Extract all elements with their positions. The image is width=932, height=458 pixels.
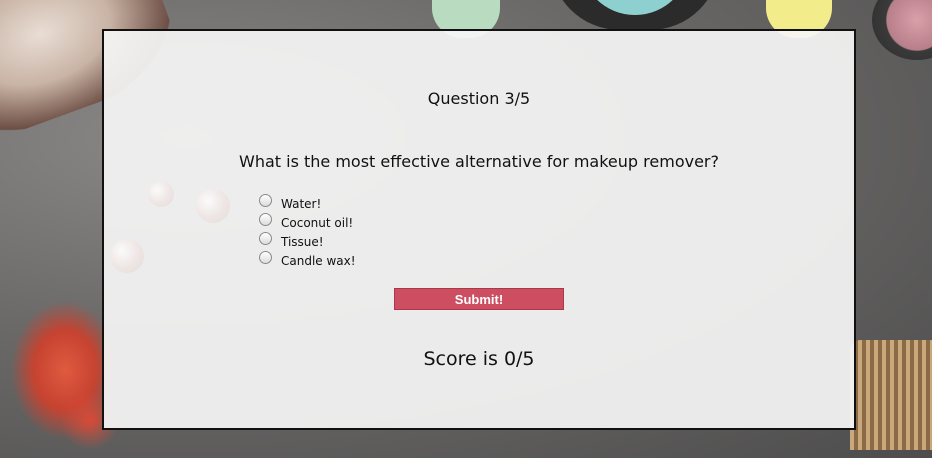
option-label: Coconut oil! [281, 215, 354, 230]
radio-button[interactable] [259, 232, 272, 245]
pearl-decoration [110, 239, 144, 273]
pearl-decoration [148, 181, 174, 207]
quiz-panel: Question 3/5 What is the most effective … [102, 29, 856, 430]
option-water[interactable]: Water! [259, 194, 356, 213]
option-candle-wax[interactable]: Candle wax! [259, 251, 356, 270]
pink-powder-decoration [872, 0, 932, 60]
answer-options: Water! Coconut oil! Tissue! Candle wax! [259, 194, 356, 270]
score-text: Score is 0/5 [423, 348, 535, 370]
question-text: What is the most effective alternative f… [239, 152, 719, 171]
submit-button[interactable]: Submit! [394, 288, 564, 310]
option-label: Water! [281, 196, 322, 211]
option-tissue[interactable]: Tissue! [259, 232, 356, 251]
pearl-decoration [196, 189, 230, 223]
question-counter: Question 3/5 [427, 89, 531, 108]
radio-button[interactable] [259, 194, 272, 207]
brush-bristles-decoration [850, 340, 932, 450]
option-label: Candle wax! [281, 253, 356, 268]
option-coconut-oil[interactable]: Coconut oil! [259, 213, 356, 232]
radio-button[interactable] [259, 251, 272, 264]
option-label: Tissue! [281, 234, 324, 249]
radio-button[interactable] [259, 213, 272, 226]
